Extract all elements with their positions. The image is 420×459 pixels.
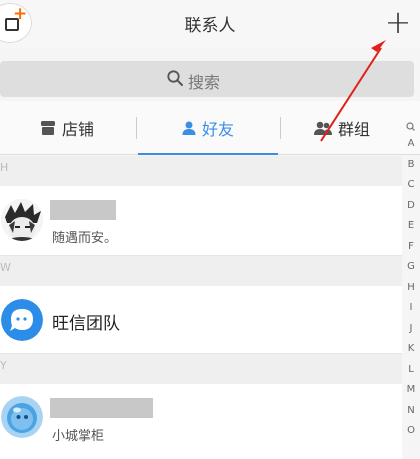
index-letter[interactable]: O [402, 421, 420, 442]
search-icon [167, 70, 183, 86]
tab-groups-label: 群组 [337, 120, 370, 139]
index-letter[interactable]: I [402, 298, 420, 319]
page-title: 联系人 [184, 16, 236, 36]
section-letter: H [0, 161, 9, 174]
index-letter[interactable]: K [402, 339, 420, 360]
tab-store[interactable]: 店铺 [0, 101, 134, 155]
contact-row[interactable]: 旺信团队 [0, 286, 402, 354]
index-letter[interactable]: E [402, 216, 420, 237]
section-letter: W [0, 261, 11, 274]
section-header: H [0, 156, 402, 186]
index-letter[interactable]: F [402, 237, 420, 258]
blurred-name [50, 200, 116, 220]
index-letter[interactable]: N [402, 401, 420, 422]
contact-subtitle: 小城掌柜 [52, 429, 105, 444]
tab-divider [136, 117, 137, 139]
add-button[interactable]: + [382, 4, 414, 40]
active-tab-indicator [138, 153, 278, 155]
search-placeholder: 搜索 [188, 73, 221, 92]
index-letter[interactable]: M [402, 380, 420, 401]
search-input[interactable]: 搜索 [0, 61, 414, 97]
anime-avatar [1, 199, 43, 241]
section-header: Y [0, 354, 402, 384]
tab-store-label: 店铺 [61, 120, 94, 139]
header-bar: + 联系人 + [0, 0, 420, 48]
wangxin-avatar [1, 299, 43, 341]
person-icon [182, 121, 196, 135]
contact-row[interactable]: 随遇而安。 [0, 186, 402, 256]
contact-subtitle: 随遇而安。 [52, 231, 118, 246]
index-letter[interactable]: B [402, 155, 420, 176]
tab-friends-label: 好友 [201, 120, 234, 139]
index-letter[interactable]: G [402, 257, 420, 278]
tab-friends[interactable]: 好友 [138, 101, 278, 155]
blurred-name [50, 398, 153, 418]
search-area: 搜索 [0, 57, 420, 101]
tab-divider [280, 117, 281, 139]
section-letter: Y [0, 359, 7, 372]
contact-tabs: 店铺 好友 群组 [0, 101, 420, 155]
bubble-avatar [1, 396, 43, 438]
index-search-icon[interactable] [402, 120, 420, 134]
contact-row[interactable]: 小城掌柜 [0, 384, 402, 459]
index-letter[interactable]: H [402, 278, 420, 299]
tab-groups[interactable]: 群组 [282, 101, 402, 155]
alphabet-index[interactable]: A B C D E F G H I J K L M N O [402, 120, 420, 442]
index-letter[interactable]: A [402, 134, 420, 155]
index-letter[interactable]: C [402, 175, 420, 196]
section-header: W [0, 256, 402, 286]
index-letter[interactable]: L [402, 360, 420, 381]
index-letter[interactable]: J [402, 319, 420, 340]
contact-name: 旺信团队 [52, 314, 120, 334]
store-icon [40, 121, 55, 135]
index-letter[interactable]: D [402, 196, 420, 217]
group-icon [313, 121, 332, 135]
